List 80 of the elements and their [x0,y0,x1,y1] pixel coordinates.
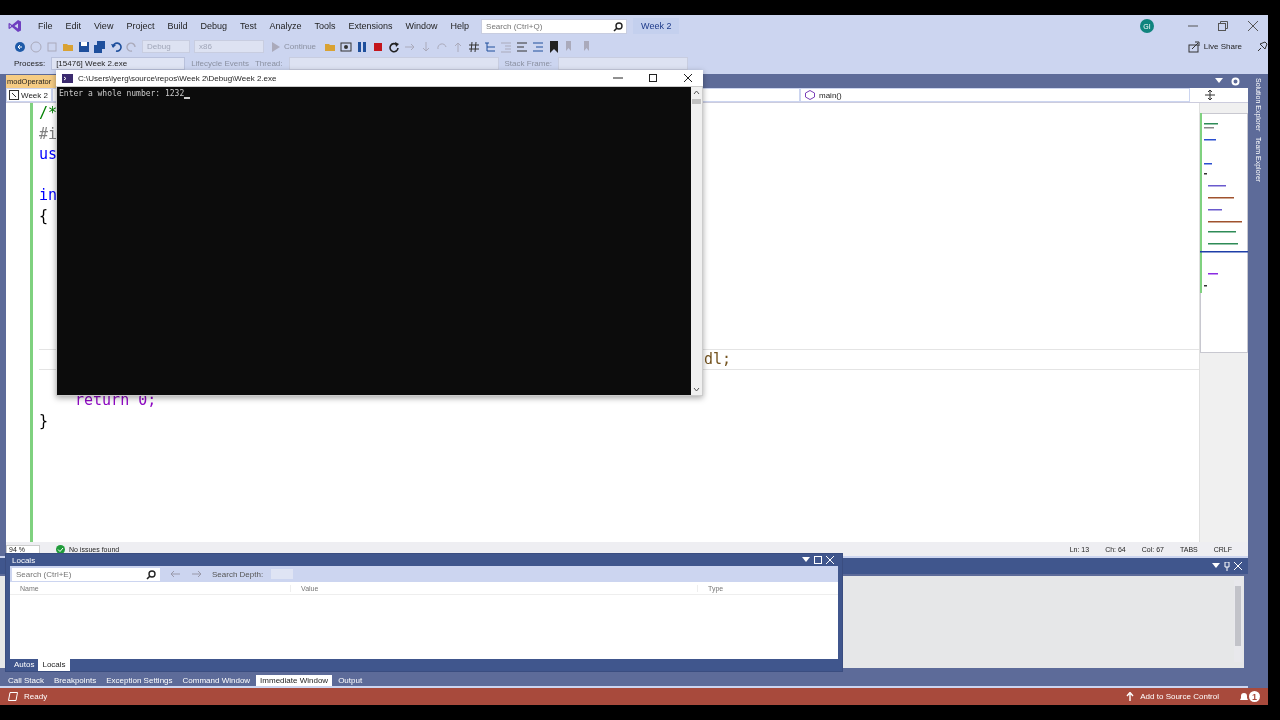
menu-item[interactable]: Edit [59,19,88,33]
search-icon [146,569,156,580]
code-text: { [39,206,49,225]
menu-item[interactable]: Extensions [342,19,399,33]
split-icon [1205,90,1215,100]
dropdown-icon[interactable] [1212,563,1220,569]
menu-item[interactable]: File [32,19,59,33]
member-dropdown[interactable]: main() [800,88,1190,102]
play-icon [272,41,280,52]
share-icon [1187,40,1200,53]
search-field[interactable]: Search (Ctrl+Q) [481,18,628,34]
back-icon[interactable] [14,40,26,53]
app-logo-icon[interactable] [8,19,22,33]
minimap-drawing[interactable] [1200,113,1248,353]
comment-lines-icon[interactable] [516,40,529,53]
search-icon [613,21,624,32]
text-cursor [184,97,191,99]
notifications-button[interactable]: 1 [1239,691,1260,702]
code-text: dl; [704,350,732,368]
undo-icon[interactable] [110,40,122,53]
thread-label: Thread: [254,58,283,68]
stop-icon[interactable] [372,40,385,53]
source-control-button[interactable]: Add to Source Control [1126,692,1219,701]
outline-icon[interactable] [484,40,497,53]
menu-item[interactable]: Analyze [263,19,308,33]
process-dropdown[interactable]: [15476] Week 2.exe [51,56,186,70]
code-text: } [39,411,49,430]
stack-frame-label: Stack Frame: [504,58,553,68]
pause-icon[interactable] [356,40,369,53]
scrollbar-icon[interactable] [691,87,702,395]
close-icon[interactable] [683,73,693,83]
menu-item[interactable]: Help [444,19,476,33]
save-icon[interactable] [78,40,90,53]
window-title: C:\Users\iyerg\source\repos\Week 2\Debug\Week 2.exe [78,73,277,83]
bookmark-icon[interactable] [548,40,561,53]
code-text: #i [39,124,58,143]
panel-tab[interactable]: Breakpoints [50,675,101,686]
panel-tab[interactable]: Autos [10,659,39,671]
window-title: Locals [12,555,36,565]
panel-tab[interactable]: Immediate Window [256,675,333,686]
menu-item[interactable]: Tools [308,19,342,33]
pin-icon[interactable] [1224,561,1230,571]
panel-tab[interactable]: Command Window [178,675,255,686]
save-all-icon[interactable] [94,40,106,53]
live-share-button[interactable]: Live Share [1183,40,1246,53]
code-text: in [39,186,58,204]
gear-icon[interactable] [1231,76,1240,86]
hash-icon[interactable] [468,40,481,53]
menu-item[interactable]: Window [399,19,444,33]
restore-icon[interactable] [1218,21,1228,31]
restart-icon[interactable] [388,40,401,53]
project-icon [9,90,19,100]
arrow-up-icon [1126,692,1135,701]
menu-item[interactable]: Project [120,19,161,33]
check-circle-icon [55,544,65,554]
screen-icon[interactable] [340,40,353,53]
notification-count: 1 [1249,691,1260,702]
menu-item[interactable]: Debug [194,19,233,33]
console-icon [62,73,73,83]
menu-item[interactable]: Test [233,19,263,33]
process-label: Process: [14,58,46,68]
console-output: Enter a whole number: 1232 [59,89,185,98]
search-depth-label: Search Depth: [212,569,264,579]
code-text: us [39,145,58,163]
menu-item[interactable]: View [88,19,120,33]
maximize-icon[interactable] [648,73,658,83]
project-dropdown[interactable]: Week 2 [6,88,52,102]
panel-tab[interactable]: Locals [38,659,70,671]
dropdown-icon[interactable] [1215,78,1223,84]
function-icon [805,90,815,100]
search-field[interactable]: Search (Ctrl+E) [12,567,160,581]
panel-tab[interactable]: Exception Settings [102,675,177,686]
solution-name: Week 2 [633,18,680,34]
panel-tab[interactable]: Output [334,675,367,686]
bell-icon [1239,691,1249,702]
menu-item[interactable]: Build [161,19,194,33]
code-text: /* [39,104,58,122]
panel-tab[interactable]: Call Stack [4,675,48,686]
ready-status: Ready [8,692,48,701]
status-icon [8,692,18,701]
